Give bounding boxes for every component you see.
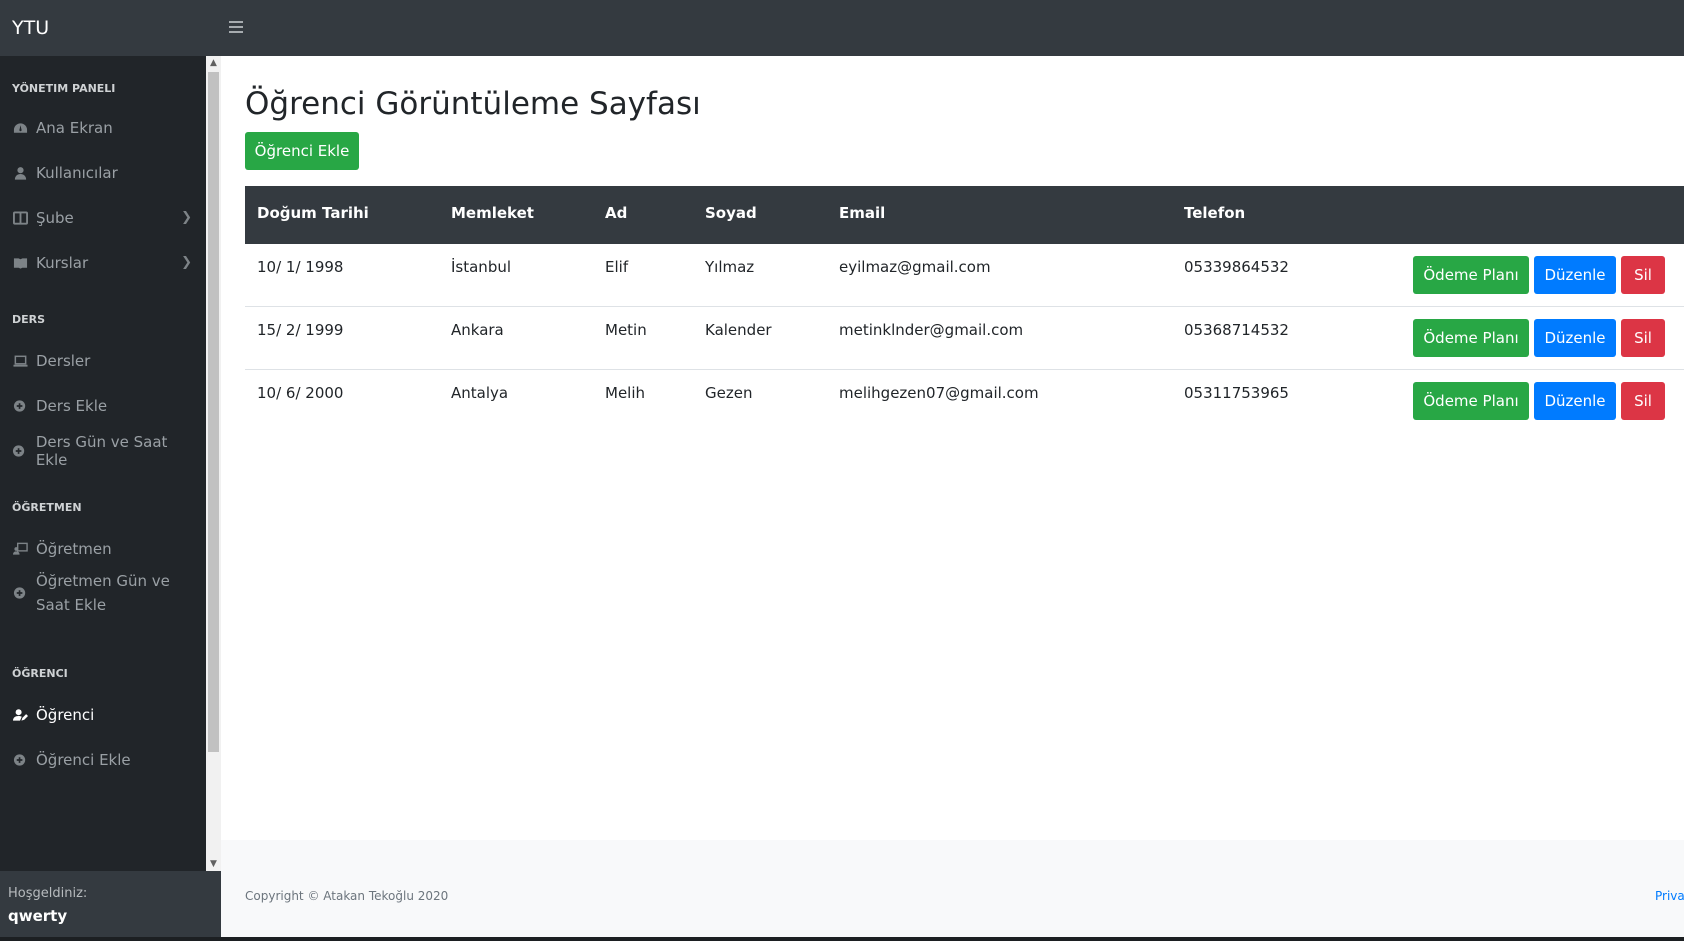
page-title: Öğrenci Görüntüleme Sayfası — [245, 86, 701, 122]
window-bottom-edge — [0, 937, 1684, 941]
cell-telefon: 05368714532 — [1184, 321, 1289, 339]
sidebar-item-ders-ekle[interactable]: Ders Ekle — [12, 390, 192, 422]
user-edit-icon — [12, 708, 28, 722]
payment-plan-button[interactable]: Ödeme Planı — [1413, 319, 1529, 357]
page-footer: Copyright © Atakan Tekoğlu 2020 Priva — [221, 840, 1684, 941]
cell-telefon: 05339864532 — [1184, 258, 1289, 276]
tachometer-icon — [12, 121, 28, 135]
cell-dogum-tarihi: 10/ 6/ 2000 — [257, 384, 344, 402]
sidebar-scrollbar-thumb[interactable] — [208, 72, 219, 752]
cell-soyad: Gezen — [705, 384, 753, 402]
column-header-email[interactable]: Email — [839, 204, 885, 222]
cell-email: eyilmaz@gmail.com — [839, 258, 991, 276]
scroll-up-arrow-icon[interactable]: ▲ — [206, 56, 221, 70]
cell-soyad: Yılmaz — [705, 258, 755, 276]
cell-ad: Metin — [605, 321, 647, 339]
column-header-dogum-tarihi[interactable]: Doğum Tarihi — [257, 204, 369, 222]
sidebar-item-kullanicilar[interactable]: Kullanıcılar — [12, 157, 192, 189]
sidebar-item-sube[interactable]: Şube ❯ — [12, 202, 192, 234]
plus-circle-icon — [12, 444, 28, 458]
plus-circle-icon — [12, 586, 28, 600]
welcome-label: Hoşgeldiniz: — [8, 886, 88, 901]
column-header-ad[interactable]: Ad — [605, 204, 627, 222]
main-content: Öğrenci Görüntüleme Sayfası Öğrenci Ekle… — [221, 56, 1684, 941]
cell-memleket: Ankara — [451, 321, 504, 339]
sidebar-item-ders-gun-saat-ekle[interactable]: Ders Gün ve Saat Ekle — [12, 433, 202, 469]
cell-telefon: 05311753965 — [1184, 384, 1289, 402]
cell-email: melihgezen07@gmail.com — [839, 384, 1039, 402]
cell-email: metinklnder@gmail.com — [839, 321, 1024, 339]
plus-circle-icon — [12, 753, 28, 767]
cell-soyad: Kalender — [705, 321, 772, 339]
book-open-icon — [12, 256, 28, 270]
add-student-button[interactable]: Öğrenci Ekle — [245, 132, 359, 170]
brand-logo[interactable]: YTU — [12, 17, 49, 39]
sidebar-heading-ogrenci: ÖĞRENCI — [12, 667, 68, 680]
scroll-down-arrow-icon[interactable]: ▼ — [206, 857, 221, 871]
edit-button[interactable]: Düzenle — [1534, 382, 1616, 420]
sidebar-toggle-icon[interactable] — [229, 21, 243, 34]
delete-button[interactable]: Sil — [1621, 319, 1665, 357]
laptop-icon — [12, 354, 28, 368]
sidebar-item-kurslar[interactable]: Kurslar ❯ — [12, 247, 192, 279]
delete-button[interactable]: Sil — [1621, 256, 1665, 294]
sidebar-item-ogrenci[interactable]: Öğrenci — [12, 699, 192, 731]
sidebar-heading-ders: DERS — [12, 313, 46, 326]
plus-circle-icon — [12, 399, 28, 413]
sidebar-heading-ogretmen: ÖĞRETMEN — [12, 501, 82, 514]
cell-dogum-tarihi: 10/ 1/ 1998 — [257, 258, 344, 276]
sidebar-menu: YÖNETIM PANELI Ana Ekran Kullanıcılar Şu… — [0, 56, 206, 871]
column-header-telefon[interactable]: Telefon — [1184, 204, 1245, 222]
column-header-soyad[interactable]: Soyad — [705, 204, 757, 222]
user-icon — [12, 166, 28, 180]
sidebar-heading-yonetim: YÖNETIM PANELI — [12, 82, 116, 95]
top-navbar: YTU — [0, 0, 1684, 56]
sidebar-item-ogretmen-gun-saat-ekle[interactable]: Öğretmen Gün ve Saat Ekle — [12, 569, 192, 617]
payment-plan-button[interactable]: Ödeme Planı — [1413, 382, 1529, 420]
cell-memleket: Antalya — [451, 384, 509, 402]
cell-ad: Elif — [605, 258, 629, 276]
copyright-text: Copyright © Atakan Tekoğlu 2020 — [245, 889, 449, 903]
table-header: Doğum Tarihi Memleket Ad Soyad Email Tel… — [245, 186, 1684, 244]
sidebar-item-ogretmen[interactable]: Öğretmen — [12, 533, 192, 565]
columns-icon — [12, 211, 28, 225]
privacy-policy-link[interactable]: Priva — [1655, 889, 1684, 903]
edit-button[interactable]: Düzenle — [1534, 319, 1616, 357]
edit-button[interactable]: Düzenle — [1534, 256, 1616, 294]
chevron-right-icon: ❯ — [181, 255, 192, 270]
sidebar: YÖNETIM PANELI Ana Ekran Kullanıcılar Şu… — [0, 56, 206, 871]
table-row: 10/ 1/ 1998 İstanbul Elif Yılmaz eyilmaz… — [245, 244, 1684, 307]
table-row: 10/ 6/ 2000 Antalya Melih Gezen melihgez… — [245, 370, 1684, 433]
cell-memleket: İstanbul — [451, 258, 512, 276]
cell-ad: Melih — [605, 384, 646, 402]
sidebar-footer: Hoşgeldiniz: qwerty — [0, 871, 221, 941]
sidebar-item-dersler[interactable]: Dersler — [12, 345, 192, 377]
sidebar-item-ana-ekran[interactable]: Ana Ekran — [12, 112, 192, 144]
delete-button[interactable]: Sil — [1621, 382, 1665, 420]
table-row: 15/ 2/ 1999 Ankara Metin Kalender metink… — [245, 307, 1684, 370]
cell-dogum-tarihi: 15/ 2/ 1999 — [257, 321, 344, 339]
column-header-memleket[interactable]: Memleket — [451, 204, 534, 222]
chalkboard-teacher-icon — [12, 542, 28, 556]
sidebar-item-ogrenci-ekle[interactable]: Öğrenci Ekle — [12, 744, 192, 776]
username: qwerty — [8, 907, 68, 925]
payment-plan-button[interactable]: Ödeme Planı — [1413, 256, 1529, 294]
chevron-right-icon: ❯ — [181, 210, 192, 225]
